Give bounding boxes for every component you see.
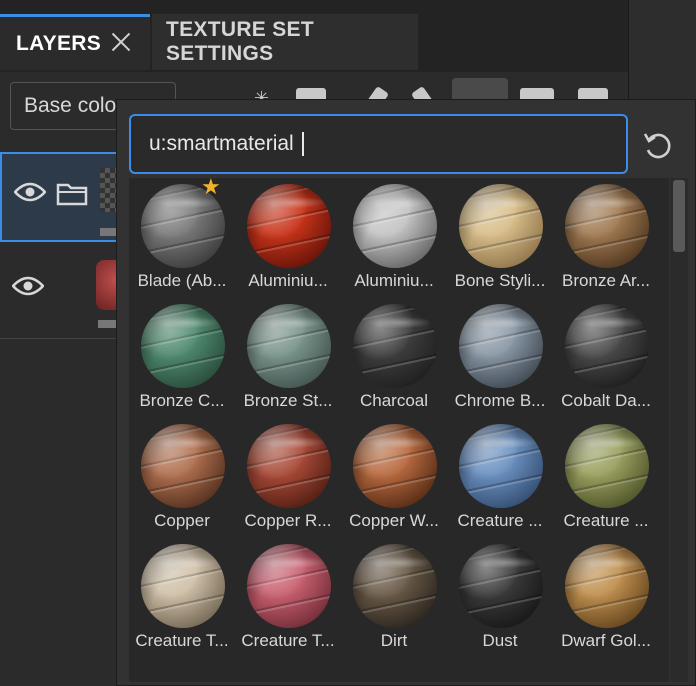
material-preview-sphere bbox=[141, 424, 225, 508]
divider bbox=[0, 338, 116, 339]
material-item[interactable]: Charcoal bbox=[341, 298, 447, 418]
material-item[interactable]: ★ Blade (Ab... bbox=[129, 178, 235, 298]
layer-row[interactable] bbox=[0, 246, 126, 336]
material-label: Copper W... bbox=[349, 511, 439, 530]
material-item[interactable]: Aluminiu... bbox=[341, 178, 447, 298]
material-preview-sphere bbox=[247, 184, 331, 268]
material-item[interactable]: Dwarf Gol... bbox=[553, 538, 659, 658]
material-preview-sphere bbox=[247, 424, 331, 508]
close-icon[interactable] bbox=[108, 29, 134, 55]
material-label: Copper R... bbox=[244, 511, 332, 530]
material-preview-sphere bbox=[459, 304, 543, 388]
folder-icon bbox=[56, 183, 88, 206]
tab-layers[interactable]: LAYERS bbox=[0, 14, 150, 70]
material-label: Creature T... bbox=[241, 631, 335, 650]
material-preview-sphere bbox=[459, 544, 543, 628]
material-label: Bronze St... bbox=[243, 391, 333, 410]
material-preview-sphere bbox=[459, 424, 543, 508]
material-preview-sphere bbox=[459, 184, 543, 268]
tab-texture-set-settings[interactable]: TEXTURE SET SETTINGS bbox=[152, 14, 418, 70]
tab-bar: LAYERS TEXTURE SET SETTINGS bbox=[0, 0, 628, 72]
tab-texture-set-settings-label: TEXTURE SET SETTINGS bbox=[166, 18, 314, 65]
material-item[interactable]: Cobalt Da... bbox=[553, 298, 659, 418]
material-preview-sphere bbox=[565, 424, 649, 508]
material-label: Aluminiu... bbox=[354, 271, 434, 290]
material-grid: ★ Blade (Ab... Aluminiu... Aluminiu... Bone … bbox=[129, 178, 669, 682]
material-item[interactable]: Bronze C... bbox=[129, 298, 235, 418]
scrollbar-thumb[interactable] bbox=[673, 180, 685, 252]
material-preview-sphere bbox=[141, 544, 225, 628]
material-label: Bone Styli... bbox=[454, 271, 546, 290]
material-item[interactable]: Dirt bbox=[341, 538, 447, 658]
material-label: Creature ... bbox=[457, 511, 543, 530]
scrollbar[interactable] bbox=[670, 178, 688, 682]
material-preview-sphere bbox=[565, 304, 649, 388]
text-caret bbox=[301, 132, 304, 156]
material-item[interactable]: Bronze St... bbox=[235, 298, 341, 418]
eye-icon[interactable] bbox=[12, 276, 44, 296]
material-item[interactable]: Bone Styli... bbox=[447, 178, 553, 298]
layer-row-folder[interactable] bbox=[0, 152, 125, 242]
material-label: Charcoal bbox=[359, 391, 429, 410]
material-label: Aluminiu... bbox=[248, 271, 328, 290]
material-item[interactable]: Creature T... bbox=[129, 538, 235, 658]
material-item[interactable]: Dust bbox=[447, 538, 553, 658]
eye-icon[interactable] bbox=[14, 182, 46, 202]
material-label: Blade (Ab... bbox=[137, 271, 227, 290]
material-item[interactable]: Copper W... bbox=[341, 418, 447, 538]
smart-material-picker: u:smartmaterial ★ Blade (Ab... Aluminiu...… bbox=[116, 99, 696, 686]
material-label: Creature ... bbox=[563, 511, 649, 530]
search-input-value: u:smartmaterial bbox=[149, 132, 294, 155]
material-preview-sphere bbox=[141, 304, 225, 388]
material-label: Bronze Ar... bbox=[562, 271, 650, 290]
material-item[interactable]: Creature T... bbox=[235, 538, 341, 658]
material-item[interactable]: Chrome B... bbox=[447, 298, 553, 418]
material-item[interactable]: Copper R... bbox=[235, 418, 341, 538]
material-label: Chrome B... bbox=[454, 391, 546, 410]
material-preview-sphere bbox=[565, 544, 649, 628]
search-input[interactable]: u:smartmaterial bbox=[129, 114, 628, 174]
refresh-icon[interactable] bbox=[641, 128, 675, 162]
material-label: Dust bbox=[482, 631, 518, 650]
material-preview-sphere bbox=[353, 544, 437, 628]
material-preview-sphere bbox=[247, 304, 331, 388]
material-item[interactable]: Aluminiu... bbox=[235, 178, 341, 298]
material-label: Dwarf Gol... bbox=[561, 631, 651, 650]
star-icon: ★ bbox=[201, 178, 221, 199]
material-item[interactable]: Copper bbox=[129, 418, 235, 538]
material-label: Dirt bbox=[380, 631, 408, 650]
material-preview-sphere bbox=[353, 184, 437, 268]
material-item[interactable]: Creature ... bbox=[447, 418, 553, 538]
material-label: Copper bbox=[154, 511, 210, 530]
channel-dropdown-value: Base colo bbox=[24, 94, 117, 117]
material-preview-sphere bbox=[353, 304, 437, 388]
material-preview-sphere bbox=[565, 184, 649, 268]
material-label: Cobalt Da... bbox=[561, 391, 651, 410]
material-preview-sphere bbox=[353, 424, 437, 508]
material-item[interactable]: Bronze Ar... bbox=[553, 178, 659, 298]
material-preview-sphere bbox=[247, 544, 331, 628]
material-item[interactable]: Creature ... bbox=[553, 418, 659, 538]
tab-layers-label: LAYERS bbox=[16, 31, 102, 55]
material-label: Creature T... bbox=[135, 631, 229, 650]
material-label: Bronze C... bbox=[139, 391, 225, 410]
